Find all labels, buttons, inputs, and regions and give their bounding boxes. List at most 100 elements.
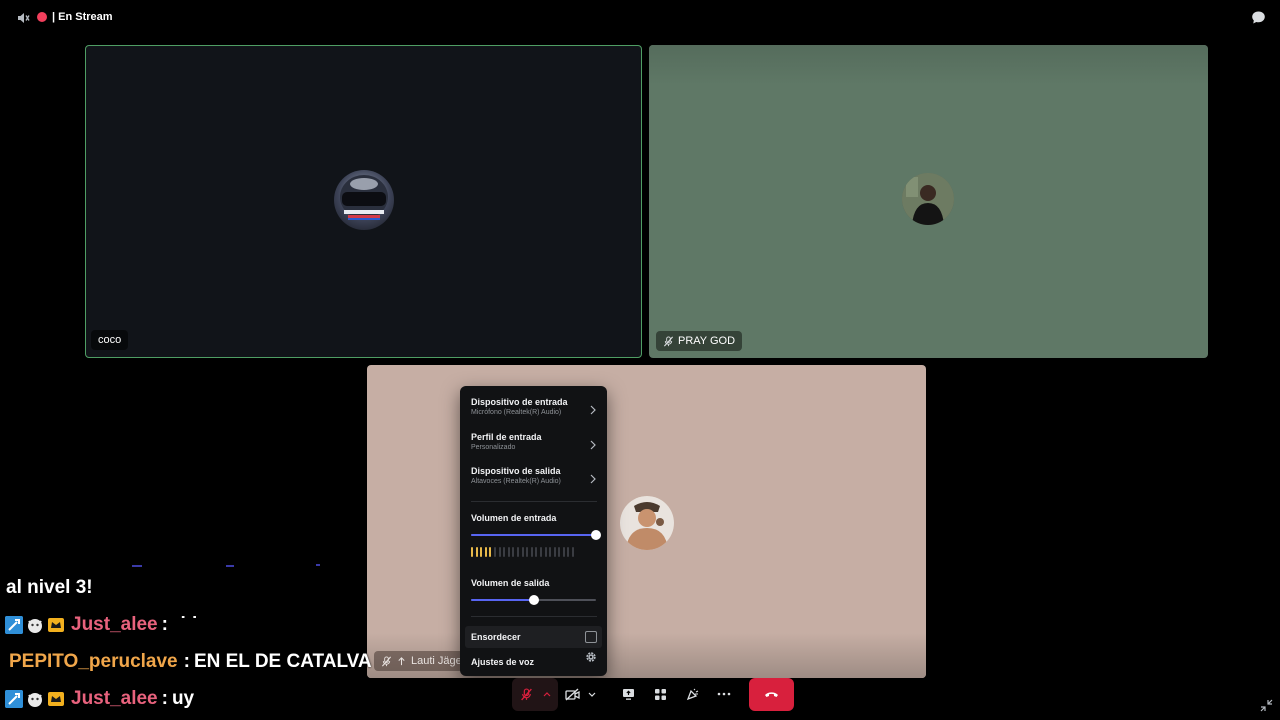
participant-tile-coco[interactable]: coco [85, 45, 642, 358]
meter-bar [493, 547, 496, 557]
slider-handle[interactable] [528, 595, 539, 605]
mic-muted-icon [381, 655, 392, 666]
chevron-right-icon [590, 440, 596, 450]
faded-chat-line [132, 564, 320, 567]
tool-badge [5, 616, 23, 634]
meter-bar [562, 547, 565, 557]
meter-bar [516, 547, 519, 557]
chat-separator: : [183, 651, 190, 672]
menu-item-value: Micrófono (Realtek(R) Audio) [471, 409, 562, 416]
minimize-icon[interactable] [1260, 699, 1273, 712]
mic-muted-icon [521, 688, 532, 701]
voice-settings-menu: Dispositivo de entrada Micrófono (Realte… [460, 386, 607, 676]
menu-item-value: Altavoces (Realtek(R) Audio) [471, 478, 561, 485]
disconnect-button[interactable] [749, 678, 794, 711]
menu-divider [471, 616, 597, 617]
menu-item-value: Personalizado [471, 444, 516, 451]
more-options-button[interactable] [716, 678, 732, 711]
stream-status: | En Stream [52, 11, 113, 23]
meter-bar [539, 547, 542, 557]
meter-bar [489, 547, 492, 557]
chevron-right-icon [590, 474, 596, 484]
live-dot [37, 12, 47, 22]
camera-button[interactable] [562, 678, 614, 711]
screen-share-button[interactable] [620, 678, 636, 711]
chat-message-text: uy [171, 688, 195, 709]
meter-bar [544, 547, 547, 557]
menu-item-label: Perfil de entrada [471, 432, 542, 442]
slider-handle[interactable] [591, 530, 601, 540]
soundboard-button[interactable] [684, 678, 700, 711]
more-dots-icon [717, 692, 731, 696]
meter-bar [535, 547, 538, 557]
chat-separator: : [161, 614, 168, 635]
gear-icon[interactable] [585, 651, 597, 663]
participant-name: Lauti Jäger [411, 655, 466, 667]
input-level-meter [471, 547, 597, 557]
participant-nametag: Lauti Jäger [374, 651, 473, 671]
stream-chat-overlay: al nivel 3! Just_alee : ˙ ˙ PEPITO_peruc… [0, 560, 380, 720]
chevron-down-icon[interactable] [588, 692, 596, 698]
input-volume-slider[interactable] [471, 529, 601, 541]
screen-share-icon [623, 689, 634, 700]
participant-tile-pray-god[interactable]: PRAY GOD [649, 45, 1208, 358]
input-profile-menu-item[interactable]: Perfil de entrada Personalizado [471, 432, 597, 462]
meter-bar [503, 547, 506, 557]
chat-message-text: ˙ ˙ [179, 614, 198, 635]
chat-username[interactable]: Just_alee [71, 614, 158, 636]
menu-divider [471, 501, 597, 502]
chat-message: PEPITO_peruclave : EN EL DE CATALVA [5, 651, 372, 673]
chat-message-text: al nivel 3! [6, 577, 93, 598]
menu-item-label: Dispositivo de entrada [471, 397, 568, 407]
crown-badge [48, 618, 64, 632]
top-bar: | En Stream [0, 0, 1280, 36]
person-avatar-image [902, 173, 954, 225]
input-device-menu-item[interactable]: Dispositivo de entrada Micrófono (Realte… [471, 397, 597, 427]
participant-tile-lauti-jager[interactable]: Lauti Jäger [367, 365, 926, 678]
meter-bar [526, 547, 529, 557]
meter-bar [553, 547, 556, 557]
chat-bubble-icon[interactable] [1251, 10, 1266, 25]
mute-mic-button[interactable] [512, 678, 558, 711]
chat-message: Just_alee : ˙ ˙ [5, 614, 198, 636]
meter-bar [567, 547, 570, 557]
slider-fill [471, 599, 534, 601]
deafen-checkbox[interactable] [585, 631, 597, 643]
chat-separator: : [161, 688, 168, 709]
tile-shade [649, 45, 1208, 85]
chat-message-text: EN EL DE CATALVA [193, 651, 372, 672]
meter-bar [484, 547, 487, 557]
participant-name: coco [98, 334, 122, 346]
deafen-label: Ensordecer [471, 632, 521, 642]
meter-bar [507, 547, 510, 557]
meter-bar [572, 547, 575, 557]
meter-bar [480, 547, 483, 557]
meter-bar [549, 547, 552, 557]
menu-item-label: Dispositivo de salida [471, 466, 561, 476]
voice-settings-menu-item[interactable]: Ajustes de voz [471, 652, 597, 668]
activities-button[interactable] [652, 678, 668, 711]
avatar [620, 496, 674, 550]
slider-fill [471, 534, 596, 536]
input-volume-label: Volumen de entrada [471, 513, 557, 523]
chat-username[interactable]: Just_alee [71, 688, 158, 710]
speaker-icon[interactable] [16, 11, 30, 25]
output-device-menu-item[interactable]: Dispositivo de salida Altavoces (Realtek… [471, 466, 597, 496]
chevron-up-icon[interactable] [543, 691, 551, 697]
cat-badge [28, 619, 42, 633]
mic-muted-icon [663, 335, 674, 346]
deafen-toggle-row[interactable]: Ensordecer [465, 626, 602, 648]
crown-badge [48, 692, 64, 706]
voice-settings-label: Ajustes de voz [471, 657, 535, 667]
meter-bar [471, 547, 473, 557]
chat-username[interactable]: PEPITO_peruclave [9, 651, 178, 673]
cat-badge [28, 693, 42, 707]
call-controls [512, 678, 794, 712]
output-volume-slider[interactable] [471, 594, 596, 606]
meter-bar [498, 547, 501, 557]
camera-off-icon [565, 688, 580, 701]
meter-bar [521, 547, 524, 557]
arrow-up-icon [398, 656, 405, 665]
helmet-avatar-image [340, 175, 388, 220]
meter-bar [558, 547, 561, 557]
